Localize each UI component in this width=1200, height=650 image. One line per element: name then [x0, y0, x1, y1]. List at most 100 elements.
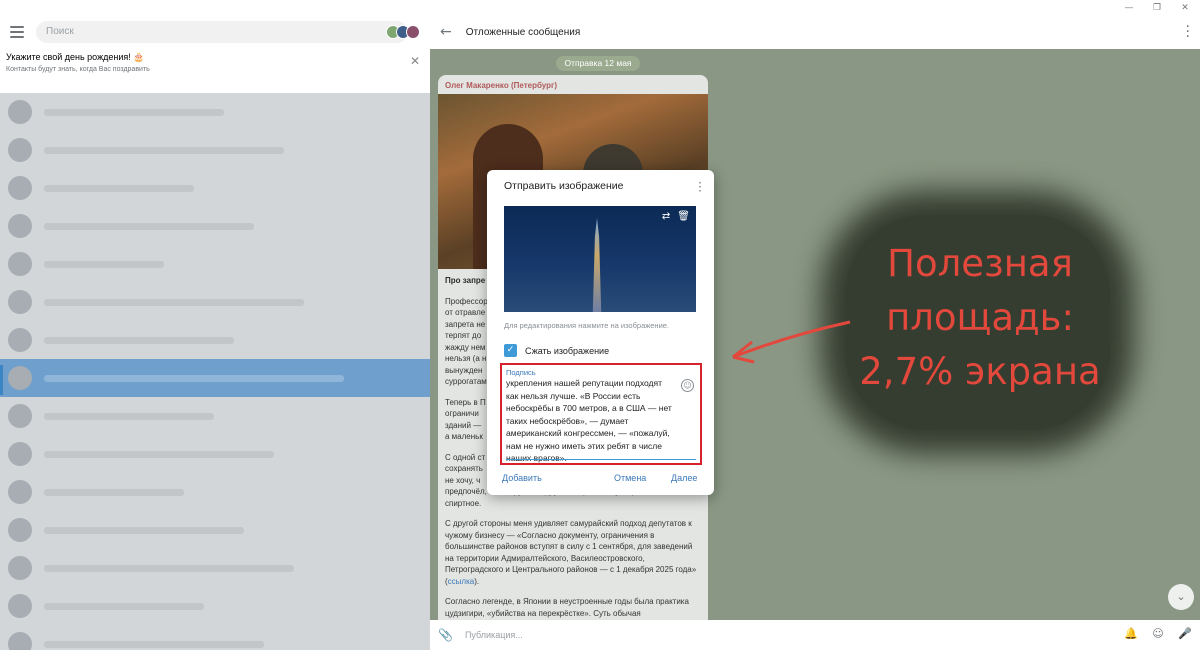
avatar [8, 252, 32, 276]
avatar [8, 404, 32, 428]
chat-preview-blurred [44, 146, 284, 154]
text-line: терпят до [445, 331, 482, 340]
caption-input[interactable]: укрепления нашей репутации подходят как … [506, 377, 676, 465]
avatar [8, 214, 32, 238]
tower-shape [592, 218, 602, 312]
caption-label: Подпись [506, 368, 536, 377]
chat-preview-blurred [44, 526, 244, 534]
microphone-icon[interactable]: 🎤 [1178, 627, 1192, 641]
annotation-line: Полезная [887, 242, 1073, 285]
scroll-down-icon[interactable]: ⌄ [1168, 584, 1194, 610]
birthday-banner[interactable]: Укажите свой день рождения! 🎂 Контакты б… [0, 48, 430, 78]
bell-icon[interactable]: 🔔 [1124, 627, 1138, 641]
message-author[interactable]: Олег Макаренко (Петербург) [438, 75, 708, 94]
text-line: зданий — [445, 420, 482, 430]
chat-row[interactable] [0, 321, 430, 359]
avatar[interactable] [406, 24, 420, 39]
text-line: от отравле [445, 308, 486, 317]
restore-icon[interactable]: ❐ [1152, 3, 1162, 13]
chat-preview-blurred [44, 108, 224, 116]
chat-preview-blurred [44, 564, 294, 572]
text-line: жажду нем [445, 342, 486, 352]
chat-preview-blurred [44, 488, 184, 496]
text-line: С одной ст [445, 452, 486, 462]
left-toolbar: Поиск [0, 15, 430, 48]
paperclip-icon[interactable]: 📎 [438, 628, 453, 642]
composer-input[interactable]: Публикация... [465, 630, 523, 640]
chat-row[interactable] [0, 169, 430, 207]
compress-option[interactable]: ✓ Сжать изображение [504, 344, 609, 357]
avatar [8, 176, 32, 200]
chat-row[interactable] [0, 207, 430, 245]
more-vertical-icon[interactable]: · · · [698, 177, 702, 197]
avatar [8, 290, 32, 314]
compress-checkbox[interactable]: ✓ [504, 344, 517, 357]
text-line: ограничи [445, 409, 479, 418]
minimize-icon[interactable]: — [1124, 3, 1134, 13]
text-line: Теперь в П [445, 397, 486, 407]
edit-hint: Для редактирования нажмите на изображени… [504, 321, 670, 330]
avatar [8, 632, 32, 650]
chat-row[interactable] [0, 131, 430, 169]
trash-icon[interactable]: 🗑 [677, 211, 690, 222]
dialog-title: Отправить изображение [504, 180, 624, 192]
chat-row-selected[interactable] [0, 359, 430, 397]
chat-row[interactable] [0, 511, 430, 549]
hamburger-icon[interactable] [10, 25, 24, 38]
text-line: сохранять [445, 464, 483, 473]
replace-icon[interactable]: ⇄ [662, 211, 670, 222]
preview-tools: ⇄ 🗑 [662, 211, 690, 222]
message-composer: 📎 Публикация... 🔔 ☺ 🎤 [430, 620, 1200, 650]
chat-preview-blurred [44, 298, 304, 306]
image-preview[interactable]: ⇄ 🗑 [504, 206, 696, 312]
text-run: С другой стороны меня удивляет самурайск… [445, 519, 697, 586]
avatar [8, 138, 32, 162]
chat-row[interactable] [0, 587, 430, 625]
date-pill: Отправка 12 мая [556, 56, 640, 71]
send-image-dialog: Отправить изображение · · · ⇄ 🗑 Для редакт… [487, 170, 714, 495]
window-titlebar: — ❐ ✕ [0, 0, 1200, 15]
chat-row[interactable] [0, 93, 430, 131]
chat-list [0, 93, 430, 650]
more-vertical-icon[interactable]: · · · [1186, 20, 1190, 44]
chat-row[interactable] [0, 397, 430, 435]
window-controls: — ❐ ✕ [1124, 0, 1190, 15]
emoji-icon[interactable]: ☺ [1151, 627, 1165, 641]
search-input[interactable]: Поиск [36, 20, 408, 43]
chat-row[interactable] [0, 435, 430, 473]
chat-title: Отложенные сообщения [465, 26, 581, 38]
cancel-button[interactable]: Отмена [614, 473, 646, 483]
text-line: спиртное. [445, 498, 482, 508]
chat-preview-blurred [44, 260, 164, 268]
chat-header: ← Отложенные сообщения · · · [430, 15, 1200, 49]
banner-title: Укажите свой день рождения! 🎂 [6, 52, 145, 62]
chat-preview-blurred [44, 336, 234, 344]
emoji-icon[interactable]: ☺ [681, 379, 694, 392]
add-button[interactable]: Добавить [502, 473, 542, 483]
message-link[interactable]: ссылка [448, 577, 475, 586]
text-line: нельзя (а н [445, 354, 487, 363]
chat-row[interactable] [0, 625, 430, 650]
close-icon[interactable]: ✕ [410, 54, 420, 68]
caption-underline [506, 459, 696, 460]
caption-field[interactable]: Подпись укрепления нашей репутации подхо… [500, 363, 702, 465]
story-avatars[interactable] [386, 24, 420, 39]
chat-row[interactable] [0, 283, 430, 321]
chat-row[interactable] [0, 549, 430, 587]
avatar [8, 556, 32, 580]
back-arrow-icon[interactable]: ← [440, 24, 452, 40]
chat-row[interactable] [0, 473, 430, 511]
close-window-icon[interactable]: ✕ [1180, 3, 1190, 13]
composer-actions: 🔔 ☺ 🎤 [1124, 627, 1192, 641]
text-line: не хочу, ч [445, 475, 481, 485]
avatar [8, 442, 32, 466]
chat-preview-blurred [44, 374, 344, 382]
next-button[interactable]: Далее [671, 473, 697, 483]
message-paragraph: Согласно легенде, в Японии в неустроенны… [445, 597, 689, 618]
chat-preview-blurred [44, 640, 264, 648]
avatar [8, 480, 32, 504]
text-line: Профессор [445, 296, 488, 306]
chat-row[interactable] [0, 245, 430, 283]
avatar [8, 366, 32, 390]
chat-preview-blurred [44, 450, 274, 458]
